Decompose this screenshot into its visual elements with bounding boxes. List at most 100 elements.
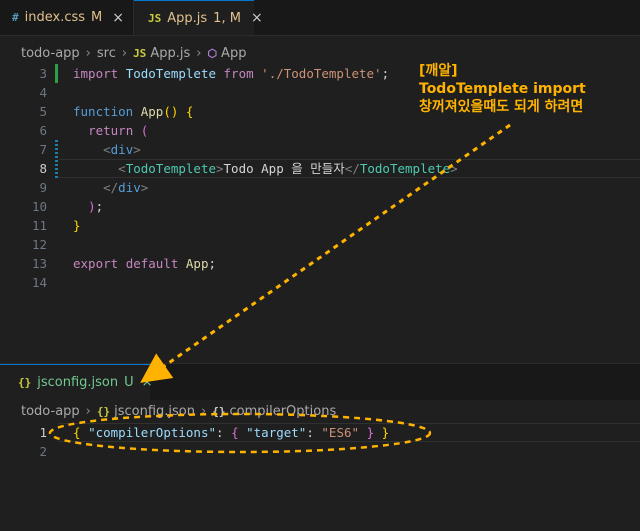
tab-status-badge: 1, M: [213, 10, 241, 26]
code-token: "ES6": [321, 425, 360, 440]
code-line[interactable]: 11}: [0, 216, 640, 235]
braces-icon: {}: [212, 404, 226, 418]
line-number: 7: [39, 142, 47, 157]
tab-jsconfig-json[interactable]: {} jsconfig.json U ×: [0, 364, 153, 400]
code-token: </: [344, 161, 360, 176]
tab-label: App.js: [167, 10, 208, 26]
json-file-icon: {}: [96, 404, 111, 418]
breadcrumb-item[interactable]: src: [97, 46, 116, 61]
code-text: <div>: [73, 140, 141, 159]
line-number: 4: [39, 85, 47, 100]
code-line[interactable]: 8 <TodoTemplete>Todo App 을 만들자</TodoTemp…: [0, 159, 640, 178]
code-line[interactable]: 12: [0, 235, 640, 254]
close-icon[interactable]: ×: [142, 375, 153, 390]
code-token: './TodoTemplete': [261, 66, 382, 81]
chevron-right-icon: ›: [85, 45, 91, 61]
code-token: default: [125, 256, 179, 271]
code-token: import: [73, 66, 119, 81]
js-file-icon: JS: [148, 11, 162, 25]
breadcrumb-item[interactable]: App: [221, 46, 246, 61]
tab-status-badge: M: [91, 10, 103, 25]
js-file-icon: JS: [133, 46, 147, 60]
json-file-icon: {}: [18, 376, 32, 389]
code-line[interactable]: 13 export default App;: [0, 254, 640, 273]
css-file-icon: #: [12, 11, 19, 24]
code-token: div: [118, 180, 141, 195]
code-text: );: [73, 197, 103, 216]
code-token: <: [103, 142, 111, 157]
code-token: "compilerOptions": [88, 425, 216, 440]
code-line[interactable]: 7 <div>: [0, 140, 640, 159]
close-icon[interactable]: ×: [251, 10, 263, 26]
line-number: 14: [31, 275, 47, 290]
code-line[interactable]: 10 );: [0, 197, 640, 216]
code-token: function: [73, 104, 134, 119]
code-token: >: [140, 180, 149, 195]
code-token: ;: [381, 66, 390, 81]
line-number: 6: [39, 123, 47, 138]
close-icon[interactable]: ×: [112, 10, 124, 26]
breadcrumb-item[interactable]: todo-app: [21, 404, 80, 419]
code-token: export: [73, 256, 119, 271]
code-token: div: [110, 142, 134, 157]
breadcrumb-item[interactable]: todo-app: [21, 46, 80, 61]
editor-tab-bar-bottom: {} jsconfig.json U ×: [0, 364, 640, 400]
code-text: }: [73, 216, 81, 235]
breadcrumb: todo-app › src › JS App.js › ⬡ App: [0, 42, 246, 64]
symbol-method-icon: ⬡: [207, 46, 218, 60]
breadcrumb-item[interactable]: compilerOptions: [229, 404, 336, 419]
chevron-right-icon: ›: [85, 403, 91, 419]
tab-label: index.css: [24, 10, 86, 25]
editor-tab-bar: # index.css M × JS App.js 1, M ×: [0, 0, 640, 36]
code-text: return (: [73, 121, 148, 140]
code-token: ;: [95, 199, 104, 214]
code-line[interactable]: 6 return (: [0, 121, 640, 140]
code-token: :: [306, 425, 322, 440]
code-text: import TodoTemplete from './TodoTemplete…: [73, 64, 389, 83]
git-added-marker: [55, 64, 58, 83]
chevron-right-icon: ›: [201, 403, 207, 419]
code-token: {: [73, 425, 81, 440]
code-token: <: [118, 161, 126, 176]
code-token: return: [88, 123, 134, 138]
annotation-line: [깨알]: [419, 63, 458, 79]
line-number: 13: [31, 256, 47, 271]
breadcrumb: todo-app › {} jsconfig.json › {} compile…: [0, 400, 336, 422]
line-number: 8: [39, 161, 47, 176]
code-token: >: [133, 142, 141, 157]
code-token: from: [223, 66, 254, 81]
line-number: 10: [31, 199, 47, 214]
code-token: {: [231, 425, 239, 440]
code-token: TodoTemplete: [359, 161, 451, 176]
line-number: 1: [39, 425, 47, 440]
tab-app-js[interactable]: JS App.js 1, M ×: [134, 0, 263, 35]
annotation-line: 창꺼져있을때도 되게 하려면: [419, 99, 584, 115]
code-token: App: [140, 104, 164, 119]
chevron-right-icon: ›: [121, 45, 128, 61]
line-number: 11: [31, 218, 47, 233]
breadcrumb-item[interactable]: jsconfig.json: [114, 404, 195, 419]
breadcrumb-item[interactable]: App.js: [150, 46, 190, 61]
code-token: ;: [208, 256, 217, 271]
code-text: function App() {: [73, 102, 193, 121]
git-modified-marker: [55, 140, 58, 178]
tab-index-css[interactable]: # index.css M ×: [0, 0, 134, 35]
code-line[interactable]: 9 </div>: [0, 178, 640, 197]
code-text: export default App;: [73, 254, 216, 273]
code-text: </div>: [73, 178, 148, 197]
code-line[interactable]: 2: [0, 442, 640, 461]
code-token: >: [450, 161, 458, 176]
tab-label: jsconfig.json: [37, 375, 119, 390]
code-line[interactable]: 14: [0, 273, 640, 292]
code-line[interactable]: 1 { "compilerOptions": { "target": "ES6" …: [0, 423, 640, 442]
